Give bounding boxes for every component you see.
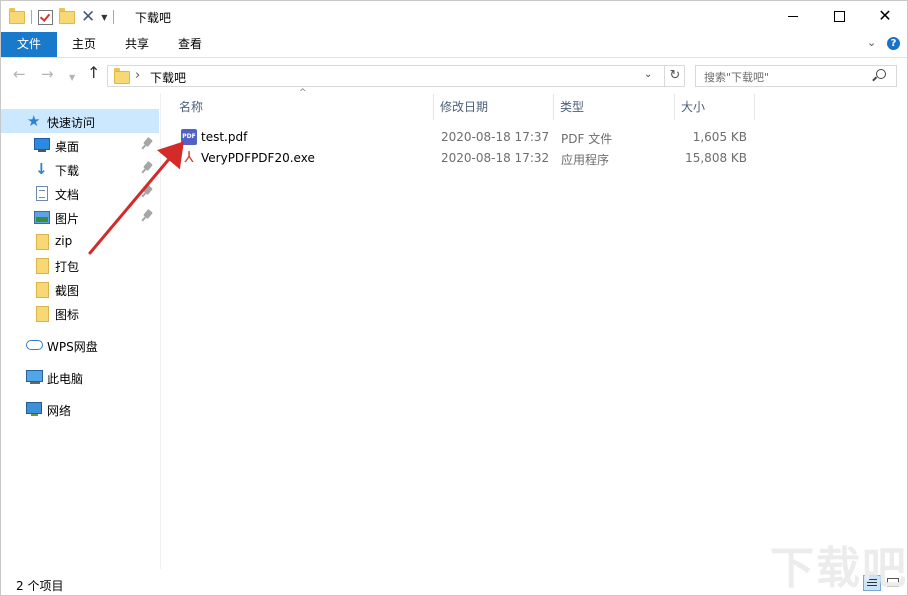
tab-view[interactable]: 查看	[163, 32, 217, 57]
folder-icon	[36, 234, 49, 250]
column-header-size[interactable]: 大小	[675, 94, 755, 120]
address-bar[interactable]: › 下载吧 ⌄ ↻	[107, 65, 685, 87]
sidebar-item-label: 图片	[55, 212, 80, 226]
watermark: 下载吧	[770, 543, 908, 594]
sidebar-item-pictures[interactable]: 图片	[1, 205, 159, 229]
tab-file[interactable]: 文件	[1, 32, 57, 57]
breadcrumb-chevron-icon[interactable]: ›	[135, 68, 140, 83]
forward-arrow-icon[interactable]: →	[41, 66, 54, 82]
address-dropdown-icon[interactable]: ⌄	[644, 69, 652, 80]
new-folder-icon[interactable]	[59, 7, 75, 24]
pin-icon	[143, 137, 153, 147]
file-name[interactable]: VeryPDFPDF20.exe	[201, 151, 315, 165]
sidebar-item-label: 下载	[55, 164, 80, 178]
refresh-icon[interactable]: ↻	[664, 66, 685, 86]
sidebar-item-quick-access[interactable]: ★ 快速访问	[1, 109, 159, 133]
minimize-button[interactable]	[770, 1, 816, 31]
recent-locations-icon[interactable]: ▼	[69, 70, 75, 86]
title-bar: ✕ ▼ 下载吧 ✕	[1, 1, 907, 32]
document-icon	[36, 186, 48, 201]
download-icon: ↓	[35, 160, 48, 178]
file-date: 2020-08-18 17:37	[441, 130, 550, 144]
back-arrow-icon[interactable]: ←	[13, 66, 26, 82]
acrobat-icon: ⅄	[184, 148, 194, 166]
window-title: 下载吧	[135, 11, 172, 25]
sidebar-item-network[interactable]: 网络	[1, 397, 159, 421]
sidebar-item-label: 文档	[55, 188, 80, 202]
file-name[interactable]: test.pdf	[201, 130, 247, 144]
column-header-name[interactable]: 名称	[173, 94, 434, 120]
pin-icon	[143, 209, 153, 219]
sidebar-item-zip[interactable]: zip	[1, 229, 159, 253]
sidebar-item-label: 图标	[55, 308, 80, 322]
navigation-bar: ← → ▼ ↑ › 下载吧 ⌄ ↻ 搜索"下载吧"	[1, 58, 907, 93]
close-button[interactable]: ✕	[862, 1, 907, 31]
pin-icon	[143, 161, 153, 171]
search-input[interactable]: 搜索"下载吧"	[695, 65, 897, 87]
breadcrumb-current[interactable]: 下载吧	[150, 69, 186, 86]
sidebar-item-label: 截图	[55, 284, 80, 298]
sidebar-item-screenshots[interactable]: 截图	[1, 277, 159, 301]
sidebar-item-label: 桌面	[55, 140, 80, 154]
sidebar-item-label: 快速访问	[47, 116, 96, 130]
folder-icon	[114, 68, 130, 84]
toolbar-separator	[113, 10, 115, 24]
cloud-icon	[26, 340, 43, 350]
file-row[interactable]: ⅄ VeryPDFPDF20.exe 2020-08-18 17:32 应用程序…	[173, 148, 761, 169]
sidebar-item-label: 打包	[55, 260, 80, 274]
file-type: PDF 文件	[561, 132, 613, 146]
sidebar-item-label: 网络	[47, 404, 72, 418]
pictures-icon	[34, 211, 50, 224]
sidebar-item-this-pc[interactable]: 此电脑	[1, 365, 159, 389]
minimize-icon	[788, 15, 798, 17]
search-placeholder: 搜索"下载吧"	[704, 71, 770, 84]
pin-icon	[143, 185, 153, 195]
file-size: 1,605 KB	[692, 130, 747, 144]
sidebar-item-wps-cloud[interactable]: WPS网盘	[1, 333, 159, 357]
ribbon-tabs: 文件 主页 共享 查看 ⌄ ?	[1, 32, 907, 58]
column-header-date[interactable]: 修改日期	[434, 94, 554, 120]
file-size: 15,808 KB	[685, 151, 747, 165]
file-row[interactable]: PDF test.pdf 2020-08-18 17:37 PDF 文件 1,6…	[173, 127, 761, 148]
file-type: 应用程序	[561, 153, 610, 167]
network-icon	[26, 402, 42, 416]
sidebar-item-package[interactable]: 打包	[1, 253, 159, 277]
item-count: 2 个项目	[16, 579, 64, 593]
folder-icon	[36, 282, 49, 298]
quick-access-toolbar: ✕ ▼	[9, 7, 120, 27]
sidebar-item-desktop[interactable]: 桌面	[1, 133, 159, 157]
desktop-icon	[34, 138, 50, 152]
up-arrow-icon[interactable]: ↑	[87, 65, 100, 81]
delete-icon[interactable]: ✕	[81, 9, 95, 26]
file-date: 2020-08-18 17:32	[441, 151, 550, 165]
maximize-button[interactable]	[816, 1, 862, 31]
sidebar-item-label: 此电脑	[47, 372, 84, 386]
help-icon[interactable]: ?	[887, 37, 900, 50]
sidebar-item-label: zip	[55, 234, 73, 248]
explorer-window: ✕ ▼ 下载吧 ✕ 文件 主页 共享 查看 ⌄ ? ← → ▼ ↑ › 下载吧 …	[0, 0, 908, 596]
pdf-icon: PDF	[181, 129, 197, 145]
star-icon: ★	[27, 112, 41, 130]
expand-ribbon-icon[interactable]: ⌄	[867, 36, 876, 49]
computer-icon	[26, 370, 43, 384]
search-icon[interactable]	[876, 69, 886, 79]
folder-icon	[36, 306, 49, 322]
close-icon: ✕	[878, 6, 892, 25]
tab-home[interactable]: 主页	[57, 32, 111, 57]
customize-toolbar-dropdown-icon[interactable]: ▼	[101, 13, 107, 22]
folder-icon	[36, 258, 49, 274]
column-header-type[interactable]: 类型	[554, 94, 675, 120]
sidebar-item-downloads[interactable]: ↓ 下载	[1, 157, 159, 181]
sidebar-item-icons[interactable]: 图标	[1, 301, 159, 325]
sidebar-item-label: WPS网盘	[47, 340, 98, 354]
tab-share[interactable]: 共享	[111, 32, 163, 57]
navigation-pane: ★ 快速访问 桌面 ↓ 下载 文档 图片 zip 打包 截图 图标 WPS网盘 …	[1, 101, 161, 567]
column-headers: 名称 修改日期 类型 大小	[173, 94, 907, 120]
folder-icon	[9, 7, 25, 24]
sidebar-item-documents[interactable]: 文档	[1, 181, 159, 205]
pane-divider[interactable]	[160, 93, 161, 569]
maximize-icon	[833, 10, 845, 22]
toolbar-separator	[31, 10, 32, 24]
properties-icon[interactable]	[38, 9, 53, 25]
